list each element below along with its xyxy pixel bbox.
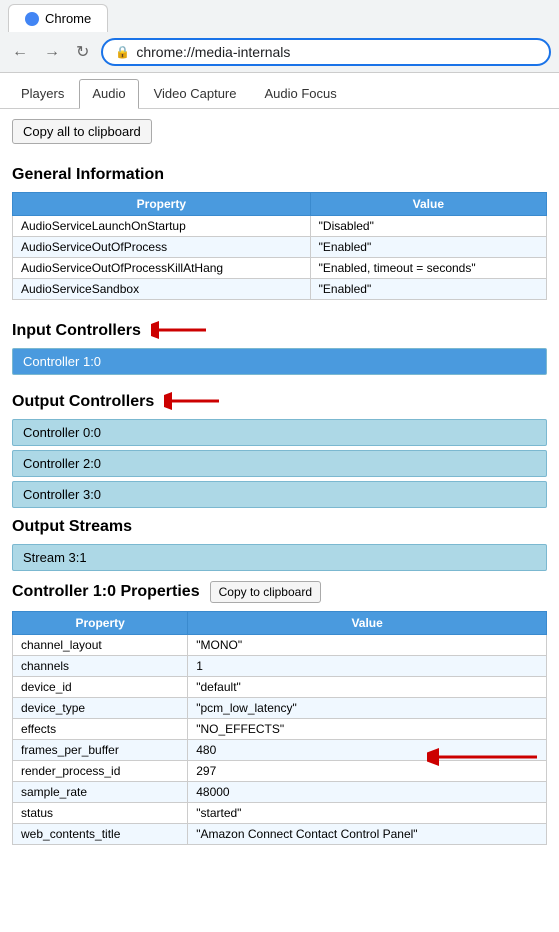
- property-cell: device_type: [13, 698, 188, 719]
- value-cell: "started": [188, 803, 547, 824]
- page-nav-tabs: Players Audio Video Capture Audio Focus: [0, 73, 559, 109]
- property-cell: AudioServiceLaunchOnStartup: [13, 216, 311, 237]
- table-row: channel_layout"MONO": [13, 635, 547, 656]
- output-controllers-section: Output Controllers Controller 0:0 Control…: [12, 383, 547, 508]
- props-table-property-header: Property: [13, 612, 188, 635]
- value-cell: "default": [188, 677, 547, 698]
- value-cell: 48000: [188, 782, 547, 803]
- value-cell: "NO_EFFECTS": [188, 719, 547, 740]
- table-row: sample_rate48000: [13, 782, 547, 803]
- controller-item[interactable]: Controller 0:0: [12, 419, 547, 446]
- chrome-icon: [25, 12, 39, 26]
- tab-video-capture[interactable]: Video Capture: [141, 79, 250, 108]
- address-bar[interactable]: 🔒 chrome://media-internals: [101, 38, 551, 66]
- property-cell: frames_per_buffer: [13, 740, 188, 761]
- property-cell: channels: [13, 656, 188, 677]
- url-text: chrome://media-internals: [136, 44, 537, 60]
- reload-button[interactable]: ↻: [72, 40, 93, 64]
- tab-audio[interactable]: Audio: [79, 79, 138, 109]
- output-controllers-heading: Output Controllers: [12, 393, 154, 411]
- controller-props-table: Property Value channel_layout"MONO"chann…: [12, 611, 547, 845]
- table-row: device_id"default": [13, 677, 547, 698]
- general-table-property-header: Property: [13, 193, 311, 216]
- tab-title: Chrome: [45, 11, 91, 26]
- browser-tab[interactable]: Chrome: [8, 4, 108, 32]
- output-controllers-header: Output Controllers: [12, 383, 547, 419]
- controller-props-header: Controller 1:0 Properties Copy to clipbo…: [12, 581, 547, 603]
- table-row: AudioServiceOutOfProcess"Enabled": [13, 237, 547, 258]
- property-cell: AudioServiceSandbox: [13, 279, 311, 300]
- back-button[interactable]: ←: [8, 41, 32, 63]
- table-row: AudioServiceLaunchOnStartup"Disabled": [13, 216, 547, 237]
- table-row: channels1: [13, 656, 547, 677]
- browser-chrome: Chrome ← → ↻ 🔒 chrome://media-internals: [0, 0, 559, 73]
- input-controllers-heading: Input Controllers: [12, 322, 141, 340]
- value-cell: "MONO": [188, 635, 547, 656]
- stream-item[interactable]: Stream 3:1: [12, 544, 547, 571]
- table-row: device_type"pcm_low_latency": [13, 698, 547, 719]
- general-info-heading: General Information: [12, 166, 547, 184]
- property-cell: AudioServiceOutOfProcess: [13, 237, 311, 258]
- sample-rate-arrow: [427, 742, 547, 772]
- property-cell: device_id: [13, 677, 188, 698]
- table-row: effects"NO_EFFECTS": [13, 719, 547, 740]
- controller-item[interactable]: Controller 2:0: [12, 450, 547, 477]
- general-info-table: Property Value AudioServiceLaunchOnStart…: [12, 192, 547, 300]
- value-cell: "Disabled": [310, 216, 546, 237]
- property-cell: AudioServiceOutOfProcessKillAtHang: [13, 258, 311, 279]
- table-row: AudioServiceOutOfProcessKillAtHang"Enabl…: [13, 258, 547, 279]
- tab-players[interactable]: Players: [8, 79, 77, 108]
- input-controllers-section: Input Controllers Controller 1:0: [12, 312, 547, 375]
- value-cell: 1: [188, 656, 547, 677]
- copy-to-clipboard-button[interactable]: Copy to clipboard: [210, 581, 321, 603]
- table-row: AudioServiceSandbox"Enabled": [13, 279, 547, 300]
- controller-item[interactable]: Controller 1:0: [12, 348, 547, 375]
- property-cell: channel_layout: [13, 635, 188, 656]
- property-cell: status: [13, 803, 188, 824]
- browser-toolbar: ← → ↻ 🔒 chrome://media-internals: [0, 32, 559, 72]
- property-cell: web_contents_title: [13, 824, 188, 845]
- props-table-value-header: Value: [188, 612, 547, 635]
- property-cell: sample_rate: [13, 782, 188, 803]
- value-cell: "Enabled, timeout = seconds": [310, 258, 546, 279]
- forward-button[interactable]: →: [40, 41, 64, 63]
- value-cell: "Amazon Connect Contact Control Panel": [188, 824, 547, 845]
- property-cell: effects: [13, 719, 188, 740]
- tab-bar: Chrome: [0, 0, 559, 32]
- controller-props-heading: Controller 1:0 Properties: [12, 583, 200, 601]
- tab-audio-focus[interactable]: Audio Focus: [251, 79, 349, 108]
- secure-icon: 🔒: [115, 45, 130, 59]
- copy-all-button[interactable]: Copy all to clipboard: [12, 119, 152, 144]
- output-streams-section: Output Streams Stream 3:1: [12, 518, 547, 571]
- table-row: web_contents_title"Amazon Connect Contac…: [13, 824, 547, 845]
- input-controllers-arrow: [151, 315, 211, 345]
- value-cell: "pcm_low_latency": [188, 698, 547, 719]
- value-cell: "Enabled": [310, 237, 546, 258]
- value-cell: "Enabled": [310, 279, 546, 300]
- input-controllers-header: Input Controllers: [12, 312, 547, 348]
- general-table-value-header: Value: [310, 193, 546, 216]
- page-content: Copy all to clipboard General Informatio…: [0, 109, 559, 867]
- output-controllers-arrow: [164, 386, 224, 416]
- output-streams-heading: Output Streams: [12, 518, 547, 536]
- controller-item[interactable]: Controller 3:0: [12, 481, 547, 508]
- property-cell: render_process_id: [13, 761, 188, 782]
- table-row: status"started": [13, 803, 547, 824]
